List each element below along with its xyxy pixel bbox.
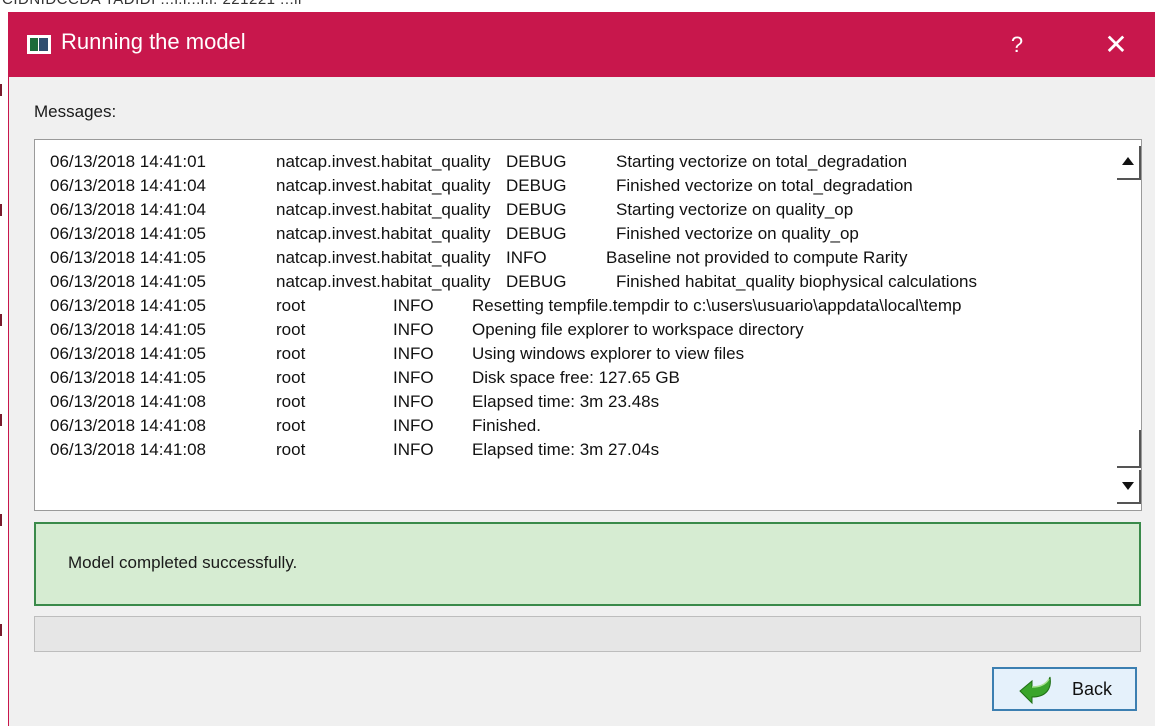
log-message: Finished habitat_quality biophysical cal… — [616, 272, 977, 291]
messages-label: Messages: — [34, 102, 117, 121]
status-message: Model completed successfully. — [68, 553, 298, 572]
log-timestamp: 06/13/2018 14:41:04 — [50, 200, 206, 219]
status-box: Model completed successfully. — [34, 522, 1141, 606]
log-timestamp: 06/13/2018 14:41:04 — [50, 176, 206, 195]
log-timestamp: 06/13/2018 14:41:05 — [50, 272, 206, 291]
log-message: Baseline not provided to compute Rarity — [606, 248, 908, 267]
back-button-label: Back — [1072, 679, 1113, 699]
scroll-thumb[interactable] — [1117, 430, 1141, 468]
running-model-dialog: Running the model ? ✕ Messages: 06/13/20… — [8, 12, 1155, 726]
help-button[interactable]: ? — [992, 22, 1042, 67]
log-level: INFO — [393, 368, 434, 387]
log-level: INFO — [393, 344, 434, 363]
back-button[interactable]: Back — [992, 667, 1137, 711]
log-timestamp: 06/13/2018 14:41:01 — [50, 152, 206, 171]
log-source: root — [276, 392, 306, 411]
edge-mark — [0, 314, 2, 326]
log-scrollbar[interactable] — [1115, 140, 1141, 510]
log-source: natcap.invest.habitat_quality — [276, 248, 491, 267]
log-line: 06/13/2018 14:41:04 natcap.invest.habitat… — [50, 174, 1110, 198]
log-line: 06/13/2018 14:41:05 natcap.invest.habitat… — [50, 270, 1110, 294]
log-source: natcap.invest.habitat_quality — [276, 272, 491, 291]
log-line: 06/13/2018 14:41:08 root INFO Finished. — [50, 414, 1110, 438]
log-line: 06/13/2018 14:41:05 root INFO Using windows… — [50, 342, 1110, 366]
log-timestamp: 06/13/2018 14:41:08 — [50, 392, 206, 411]
log-level: INFO — [393, 296, 434, 315]
log-message: Disk space free: 127.65 GB — [472, 368, 680, 387]
log-line: 06/13/2018 14:41:01 natcap.invest.habitat… — [50, 150, 1110, 174]
log-timestamp: 06/13/2018 14:41:05 — [50, 320, 206, 339]
log-level: DEBUG — [506, 176, 567, 195]
edge-mark — [0, 624, 2, 636]
edge-mark — [0, 414, 2, 426]
log-source: natcap.invest.habitat_quality — [276, 200, 491, 219]
close-button[interactable]: ✕ — [1091, 22, 1141, 67]
background-window-edge — [0, 14, 6, 726]
log-message: Finished vectorize on total_degradation — [616, 176, 913, 195]
log-source: natcap.invest.habitat_quality — [276, 152, 491, 171]
progress-bar — [34, 616, 1141, 652]
log-source: root — [276, 320, 306, 339]
app-window-icon — [27, 35, 51, 54]
log-line: 06/13/2018 14:41:05 root INFO Resetting tem… — [50, 294, 1110, 318]
edge-mark — [0, 514, 2, 526]
log-timestamp: 06/13/2018 14:41:05 — [50, 224, 206, 243]
edge-mark — [0, 84, 2, 96]
log-message: Elapsed time: 3m 23.48s — [472, 392, 660, 411]
scroll-up-arrow-icon[interactable] — [1117, 146, 1141, 180]
log-message: Starting vectorize on total_degradation — [616, 152, 908, 171]
log-level: INFO — [393, 320, 434, 339]
log-level: INFO — [506, 248, 547, 267]
log-timestamp: 06/13/2018 14:41:08 — [50, 440, 206, 459]
log-line: 06/13/2018 14:41:04 natcap.invest.habitat… — [50, 198, 1110, 222]
log-level: DEBUG — [506, 224, 567, 243]
log-line: 06/13/2018 14:41:05 natcap.invest.habitat… — [50, 246, 1110, 270]
log-level: INFO — [393, 416, 434, 435]
log-timestamp: 06/13/2018 14:41:05 — [50, 248, 206, 267]
background-window-text: CIDNIDCCDA TADIDI ...l.l...l.l. 221221 .… — [2, 0, 302, 8]
log-source: root — [276, 368, 306, 387]
log-level: DEBUG — [506, 152, 567, 171]
title-bar[interactable]: Running the model ? ✕ — [9, 12, 1155, 77]
log-source: root — [276, 440, 306, 459]
log-message: Starting vectorize on quality_op — [616, 200, 854, 219]
log-line: 06/13/2018 14:41:05 root INFO Disk space fr… — [50, 366, 1110, 390]
log-line: 06/13/2018 14:41:08 root INFO Elapsed time:… — [50, 438, 1110, 462]
log-source: natcap.invest.habitat_quality — [276, 176, 491, 195]
log-timestamp: 06/13/2018 14:41:08 — [50, 416, 206, 435]
log-timestamp: 06/13/2018 14:41:05 — [50, 296, 206, 315]
log-timestamp: 06/13/2018 14:41:05 — [50, 344, 206, 363]
window-title: Running the model — [61, 29, 246, 54]
log-message: Finished vectorize on quality_op — [616, 224, 859, 243]
log-timestamp: 06/13/2018 14:41:05 — [50, 368, 206, 387]
log-source: root — [276, 416, 306, 435]
log-line: 06/13/2018 14:41:05 root INFO Opening file … — [50, 318, 1110, 342]
log-lines: 06/13/2018 14:41:01 natcap.invest.habitat… — [50, 150, 1110, 462]
log-message: Opening file explorer to workspace direc… — [472, 320, 804, 339]
back-arrow-icon — [1019, 676, 1051, 705]
log-message: Resetting tempfile.tempdir to c:\users\u… — [472, 296, 962, 315]
log-message: Finished. — [472, 416, 541, 435]
log-level: DEBUG — [506, 272, 567, 291]
log-source: root — [276, 344, 306, 363]
log-level: DEBUG — [506, 200, 567, 219]
log-line: 06/13/2018 14:41:08 root INFO Elapsed time:… — [50, 390, 1110, 414]
log-level: INFO — [393, 392, 434, 411]
log-message: Using windows explorer to view files — [472, 344, 745, 363]
log-source: root — [276, 296, 306, 315]
log-level: INFO — [393, 440, 434, 459]
edge-mark — [0, 204, 2, 216]
messages-log[interactable]: 06/13/2018 14:41:01 natcap.invest.habitat… — [34, 139, 1142, 511]
scroll-down-arrow-icon[interactable] — [1117, 470, 1141, 504]
log-source: natcap.invest.habitat_quality — [276, 224, 491, 243]
log-message: Elapsed time: 3m 27.04s — [472, 440, 660, 459]
log-line: 06/13/2018 14:41:05 natcap.invest.habitat… — [50, 222, 1110, 246]
